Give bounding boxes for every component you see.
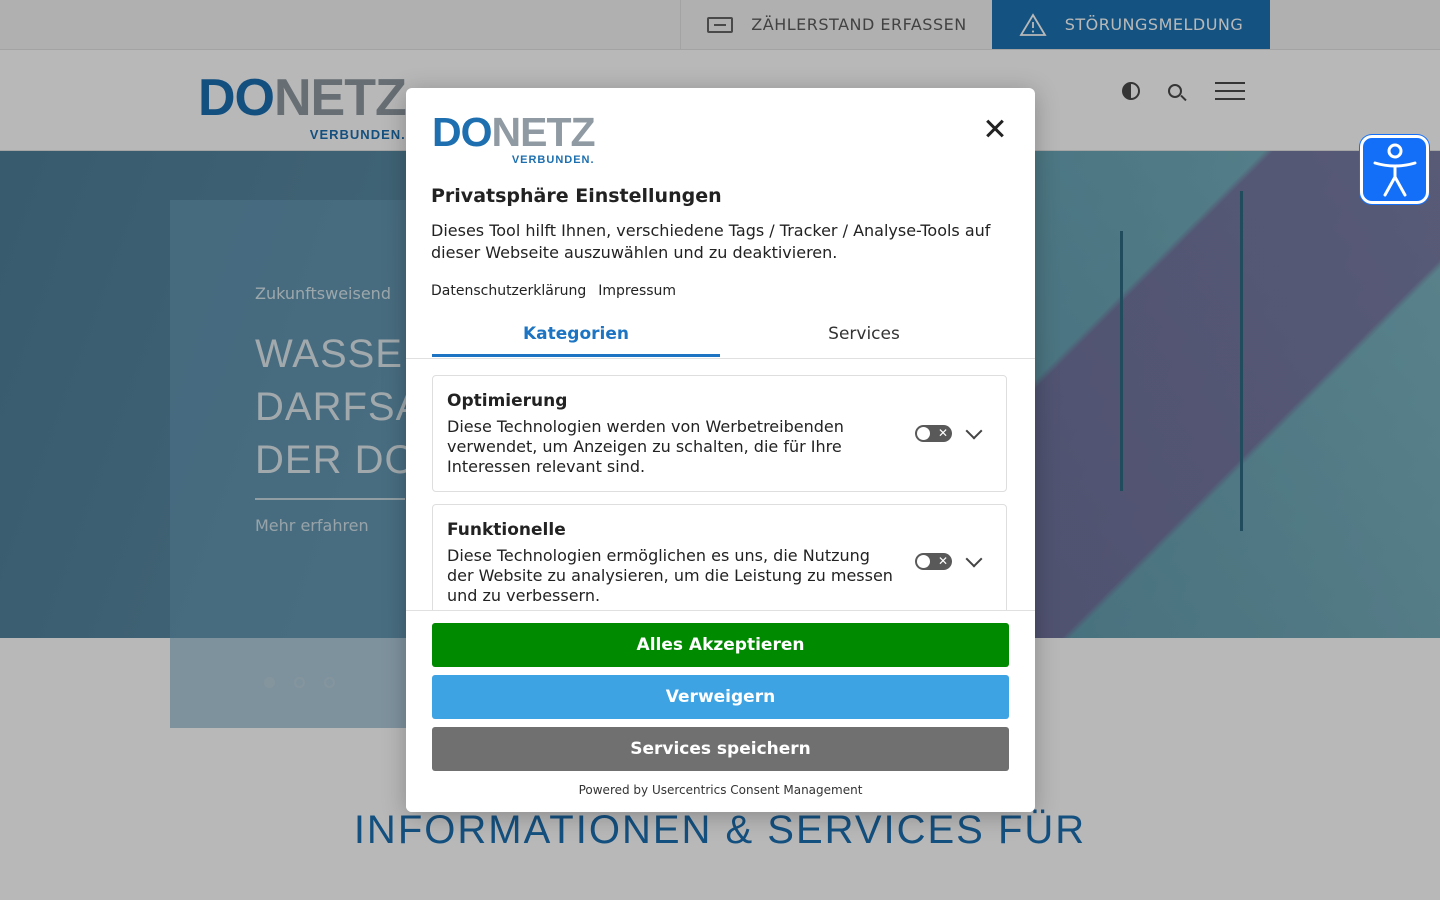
optimization-toggle[interactable]: ✕ <box>915 425 952 442</box>
privacy-policy-link[interactable]: Datenschutzerklärung <box>431 283 586 299</box>
modal-logo: DONETZ VERBUNDEN. <box>432 109 596 166</box>
consent-footer: Alles Akzeptieren Verweigern Services sp… <box>406 610 1035 812</box>
accept-all-button[interactable]: Alles Akzeptieren <box>432 623 1009 667</box>
imprint-link[interactable]: Impressum <box>598 283 676 299</box>
category-functional: Funktionelle Diese Technologien ermöglic… <box>432 504 1007 610</box>
toggle-knob <box>917 427 930 440</box>
tab-categories[interactable]: Kategorien <box>432 324 720 357</box>
powered-by-text[interactable]: Powered by Usercentrics Consent Manageme… <box>406 783 1035 797</box>
consent-description: Dieses Tool hilft Ihnen, verschiedene Ta… <box>431 221 991 262</box>
toggle-off-icon: ✕ <box>937 426 948 440</box>
consent-dialog: DONETZ VERBUNDEN. Privatsphäre Einstellu… <box>406 88 1035 812</box>
accessibility-button[interactable] <box>1360 135 1429 204</box>
tab-services[interactable]: Services <box>720 324 1008 357</box>
toggle-off-icon: ✕ <box>937 554 948 568</box>
category-name: Optimierung <box>447 391 568 411</box>
consent-title: Privatsphäre Einstellungen <box>431 185 722 207</box>
logo-tagline: VERBUNDEN. <box>511 154 595 166</box>
save-services-button[interactable]: Services speichern <box>432 727 1009 771</box>
category-description: Diese Technologien ermöglichen es uns, d… <box>447 546 893 605</box>
functional-toggle[interactable]: ✕ <box>915 553 952 570</box>
logo-do: DO <box>432 109 492 155</box>
category-name: Funktionelle <box>447 520 566 540</box>
logo-netz: NETZ <box>491 109 596 155</box>
consent-links: Datenschutzerklärung Impressum <box>431 283 676 299</box>
category-description: Diese Technologien werden von Werbetreib… <box>447 417 844 476</box>
chevron-down-icon[interactable] <box>965 422 983 440</box>
category-list[interactable]: Optimierung Diese Technologien werden vo… <box>406 359 1035 610</box>
accessibility-icon <box>1373 143 1416 196</box>
consent-tabs: Kategorien Services <box>406 324 1035 359</box>
deny-button[interactable]: Verweigern <box>432 675 1009 719</box>
toggle-knob <box>917 555 930 568</box>
chevron-down-icon[interactable] <box>965 550 983 568</box>
category-optimization: Optimierung Diese Technologien werden vo… <box>432 375 1007 492</box>
close-icon[interactable] <box>980 114 1010 144</box>
